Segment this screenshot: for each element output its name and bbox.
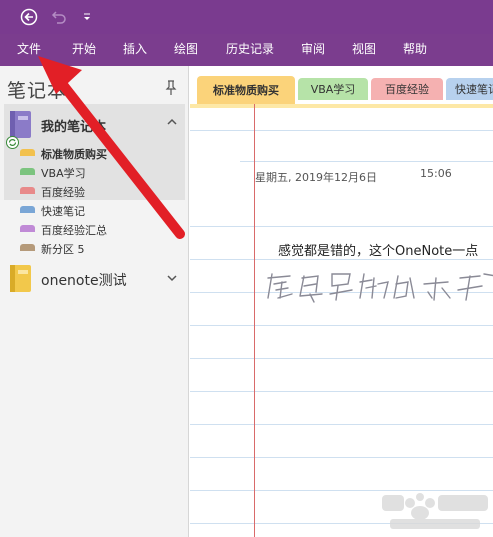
notebook-pane-heading: 笔记本 bbox=[7, 80, 68, 102]
section-color-swatch bbox=[20, 187, 35, 194]
ruled-line bbox=[190, 226, 493, 227]
tab-history[interactable]: 历史记录 bbox=[226, 40, 274, 57]
ruled-line bbox=[190, 358, 493, 359]
section-item-baidu-experience[interactable]: 百度经验 bbox=[4, 182, 185, 201]
section-color-swatch bbox=[20, 149, 35, 156]
ruled-line bbox=[190, 259, 493, 260]
chevron-up-icon[interactable] bbox=[167, 116, 177, 129]
ruled-line bbox=[190, 457, 493, 458]
page-date: 星期五, 2019年12月6日 bbox=[255, 171, 377, 184]
tab-file[interactable]: 文件 bbox=[17, 40, 41, 57]
chevron-down-icon[interactable] bbox=[167, 272, 177, 285]
ruled-line bbox=[190, 325, 493, 326]
note-page[interactable]: 星期五, 2019年12月6日 15:06 感觉都是错的，这个OneNote一点 bbox=[190, 104, 493, 537]
current-notebook-header[interactable]: 我的笔记本 bbox=[4, 104, 185, 149]
section-item-quick-notes[interactable]: 快速笔记 bbox=[4, 201, 185, 220]
ribbon-tabs: 文件 开始 插入 绘图 历史记录 审阅 视图 帮助 bbox=[0, 34, 493, 66]
undo-icon[interactable] bbox=[48, 6, 70, 28]
section-tab-vba[interactable]: VBA学习 bbox=[298, 78, 368, 100]
section-tab-bar: 标准物质购买 VBA学习 百度经验 快速笔记 bbox=[189, 66, 493, 104]
section-label: 标准物质购买 bbox=[41, 148, 107, 161]
section-tab-quick-notes[interactable]: 快速笔记 bbox=[446, 78, 493, 100]
section-color-swatch bbox=[20, 206, 35, 213]
pin-icon[interactable] bbox=[165, 80, 177, 100]
page-top-strip bbox=[190, 104, 493, 108]
tab-review[interactable]: 审阅 bbox=[301, 40, 325, 57]
section-item-vba[interactable]: VBA学习 bbox=[4, 163, 185, 182]
section-color-swatch bbox=[20, 168, 35, 175]
title-bar bbox=[0, 0, 493, 34]
section-item-standard-material[interactable]: 标准物质购买 bbox=[4, 144, 185, 163]
section-label: 新分区 5 bbox=[41, 243, 85, 256]
notebook-onenote-test[interactable]: onenote测试 bbox=[4, 262, 185, 298]
section-color-swatch bbox=[20, 225, 35, 232]
ruled-line bbox=[190, 424, 493, 425]
ruled-line bbox=[240, 161, 493, 162]
tab-insert[interactable]: 插入 bbox=[123, 40, 147, 57]
section-label: 百度经验 bbox=[41, 186, 85, 199]
page-typed-text[interactable]: 感觉都是错的，这个OneNote一点 bbox=[278, 240, 478, 259]
tab-help[interactable]: 帮助 bbox=[403, 40, 427, 57]
baidu-watermark-logo bbox=[380, 483, 490, 533]
section-item-new-section-5[interactable]: 新分区 5 bbox=[4, 239, 185, 258]
tab-view[interactable]: 视图 bbox=[352, 40, 376, 57]
notebook-pane: 笔记本 我的笔记本 标准物质购买 VBA学习 百度经验 快速笔记 百度经验汇总 … bbox=[0, 66, 189, 537]
tab-draw[interactable]: 绘图 bbox=[174, 40, 198, 57]
customize-dropdown-icon[interactable] bbox=[76, 6, 98, 28]
section-label: 百度经验汇总 bbox=[41, 224, 107, 237]
current-notebook[interactable]: 我的笔记本 标准物质购买 VBA学习 百度经验 bbox=[4, 104, 185, 200]
ruled-line bbox=[190, 130, 493, 131]
handwriting-ink[interactable] bbox=[260, 264, 493, 310]
section-tab-baidu-experience[interactable]: 百度经验 bbox=[371, 78, 443, 100]
ruled-line bbox=[190, 391, 493, 392]
section-color-swatch bbox=[20, 244, 35, 251]
page-time: 15:06 bbox=[420, 167, 452, 180]
section-tab-standard-material[interactable]: 标准物质购买 bbox=[197, 76, 295, 104]
back-arrow-icon[interactable] bbox=[18, 6, 40, 28]
notebook-icon bbox=[8, 264, 32, 298]
section-label: 快速笔记 bbox=[41, 205, 85, 218]
notebook-title: onenote测试 bbox=[41, 273, 127, 289]
section-label: VBA学习 bbox=[41, 167, 86, 180]
tab-home[interactable]: 开始 bbox=[72, 40, 96, 57]
section-item-baidu-summary[interactable]: 百度经验汇总 bbox=[4, 220, 185, 239]
current-notebook-title: 我的笔记本 bbox=[41, 120, 107, 135]
